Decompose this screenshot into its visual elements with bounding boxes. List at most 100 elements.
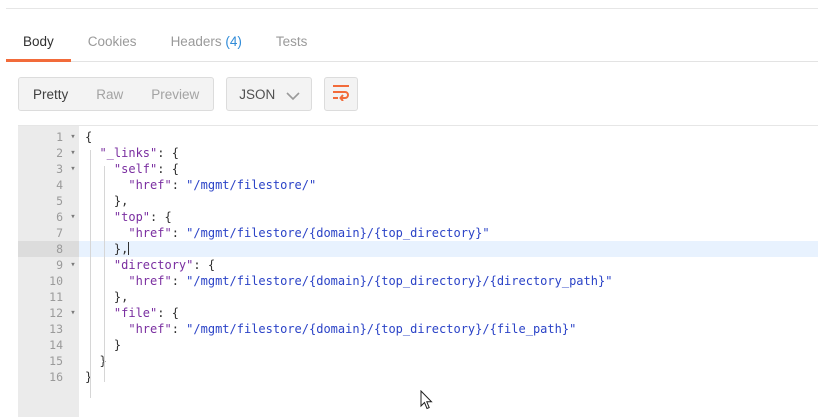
tab-label: Headers xyxy=(170,34,222,49)
code-line: 8 }, xyxy=(18,241,818,257)
code-token: : { xyxy=(157,146,179,160)
code-token: : xyxy=(171,178,187,192)
code-line: 5 }, xyxy=(18,193,818,209)
indent-guide xyxy=(104,166,105,382)
code-token: : xyxy=(171,322,187,336)
code-token: }, xyxy=(85,242,129,256)
code-token: "href" xyxy=(128,178,172,192)
code-text: } xyxy=(79,369,818,385)
code-text: "href": "/mgmt/filestore/{domain}/{top_d… xyxy=(79,321,818,337)
code-line: 14 } xyxy=(18,337,818,353)
code-line: 12 ▾ "file": { xyxy=(18,305,818,321)
code-token: : xyxy=(171,274,187,288)
tab-label: Tests xyxy=(275,34,308,49)
code-text: "top": { xyxy=(79,209,818,225)
code-text: "href": "/mgmt/filestore/{domain}/{top_d… xyxy=(79,273,818,289)
line-number: 5 xyxy=(56,194,63,208)
code-token: "_links" xyxy=(99,146,158,160)
code-text: "self": { xyxy=(79,161,818,177)
code-line: 2 ▾ "_links": { xyxy=(18,145,818,161)
line-number: 13 xyxy=(49,322,63,336)
fold-toggle-icon[interactable]: ▾ xyxy=(68,209,78,225)
code-token: "top" xyxy=(113,210,151,224)
code-token: "/mgmt/filestore/{domain}/{top_directory… xyxy=(186,226,490,240)
fold-toggle-icon[interactable]: ▾ xyxy=(68,257,78,273)
code-token: "/mgmt/filestore/{domain}/{top_directory… xyxy=(186,322,577,336)
code-token: "href" xyxy=(128,226,172,240)
code-token: "href" xyxy=(128,274,172,288)
headers-count-badge: (4) xyxy=(225,34,242,49)
code-line: 7 "href": "/mgmt/filestore/{domain}/{top… xyxy=(18,225,818,241)
code-token: "/mgmt/filestore/" xyxy=(186,178,317,192)
line-number: 4 xyxy=(56,178,63,192)
line-number: 14 xyxy=(49,338,63,352)
code-line: 11 }, xyxy=(18,289,818,305)
code-text: "_links": { xyxy=(79,145,818,161)
code-token: "self" xyxy=(113,162,158,176)
code-text: "href": "/mgmt/filestore/" xyxy=(79,177,818,193)
line-number: 15 xyxy=(49,354,63,368)
chevron-down-icon xyxy=(285,89,301,101)
line-number: 10 xyxy=(49,274,63,288)
code-line: 10 "href": "/mgmt/filestore/{domain}/{to… xyxy=(18,273,818,289)
code-editor[interactable]: 1 ▾{2 ▾ "_links": {3 ▾ "self": {4 "href": "… xyxy=(18,125,818,417)
tab-label: Cookies xyxy=(87,34,137,49)
code-text: { xyxy=(79,129,818,145)
line-number: 11 xyxy=(49,290,63,304)
code-line: 1 ▾{ xyxy=(18,129,818,145)
code-line: 9 ▾ "directory": { xyxy=(18,257,818,273)
preview-button[interactable]: Preview xyxy=(137,78,213,110)
code-token: "directory" xyxy=(113,258,194,272)
code-text: }, xyxy=(79,289,818,305)
code-token: "/mgmt/filestore/{domain}/{top_directory… xyxy=(186,274,613,288)
code-text: } xyxy=(79,353,818,369)
top-bar xyxy=(0,0,818,20)
tab-tests[interactable]: Tests xyxy=(259,34,325,61)
code-text: "href": "/mgmt/filestore/{domain}/{top_d… xyxy=(79,225,818,241)
code-text: "file": { xyxy=(79,305,818,321)
code-token: : { xyxy=(150,210,172,224)
response-tabs: Body Cookies Headers (4) Tests xyxy=(6,22,818,62)
fold-toggle-icon[interactable]: ▾ xyxy=(68,305,78,321)
response-toolbar: Pretty Raw Preview JSON xyxy=(18,76,359,112)
code-token: } xyxy=(85,370,93,384)
code-token: : xyxy=(171,226,187,240)
code-token: : { xyxy=(193,258,216,272)
code-text: }, xyxy=(79,193,818,209)
raw-button[interactable]: Raw xyxy=(82,78,137,110)
code-token: }, xyxy=(85,290,129,304)
wrap-lines-icon xyxy=(331,83,351,106)
code-token: : { xyxy=(157,306,179,320)
code-line: 13 "href": "/mgmt/filestore/{domain}/{to… xyxy=(18,321,818,337)
code-text: "directory": { xyxy=(79,257,818,273)
view-mode-group: Pretty Raw Preview xyxy=(18,77,215,111)
panel-divider xyxy=(6,8,818,9)
wrap-lines-button[interactable] xyxy=(324,77,359,111)
fold-toggle-icon[interactable]: ▾ xyxy=(68,161,78,177)
tab-headers[interactable]: Headers (4) xyxy=(154,34,259,61)
line-number: 8 xyxy=(18,241,79,257)
fold-toggle-icon[interactable]: ▾ xyxy=(68,145,78,161)
code-line: 6 ▾ "top": { xyxy=(18,209,818,225)
code-text: } xyxy=(79,337,818,353)
code-line: 15 } xyxy=(18,353,818,369)
code-token: { xyxy=(85,130,93,144)
fold-toggle-icon[interactable]: ▾ xyxy=(68,129,78,145)
code-text: }, xyxy=(79,241,818,257)
code-token: }, xyxy=(85,194,129,208)
pretty-button[interactable]: Pretty xyxy=(19,78,83,110)
line-number: 7 xyxy=(56,226,63,240)
code-token: "href" xyxy=(128,322,172,336)
format-select[interactable]: JSON xyxy=(226,77,313,111)
tab-cookies[interactable]: Cookies xyxy=(71,34,154,61)
code-line: 3 ▾ "self": { xyxy=(18,161,818,177)
tab-body[interactable]: Body xyxy=(6,34,71,62)
format-select-value: JSON xyxy=(239,86,276,102)
tab-label: Body xyxy=(23,34,54,49)
code-token: : { xyxy=(157,162,179,176)
